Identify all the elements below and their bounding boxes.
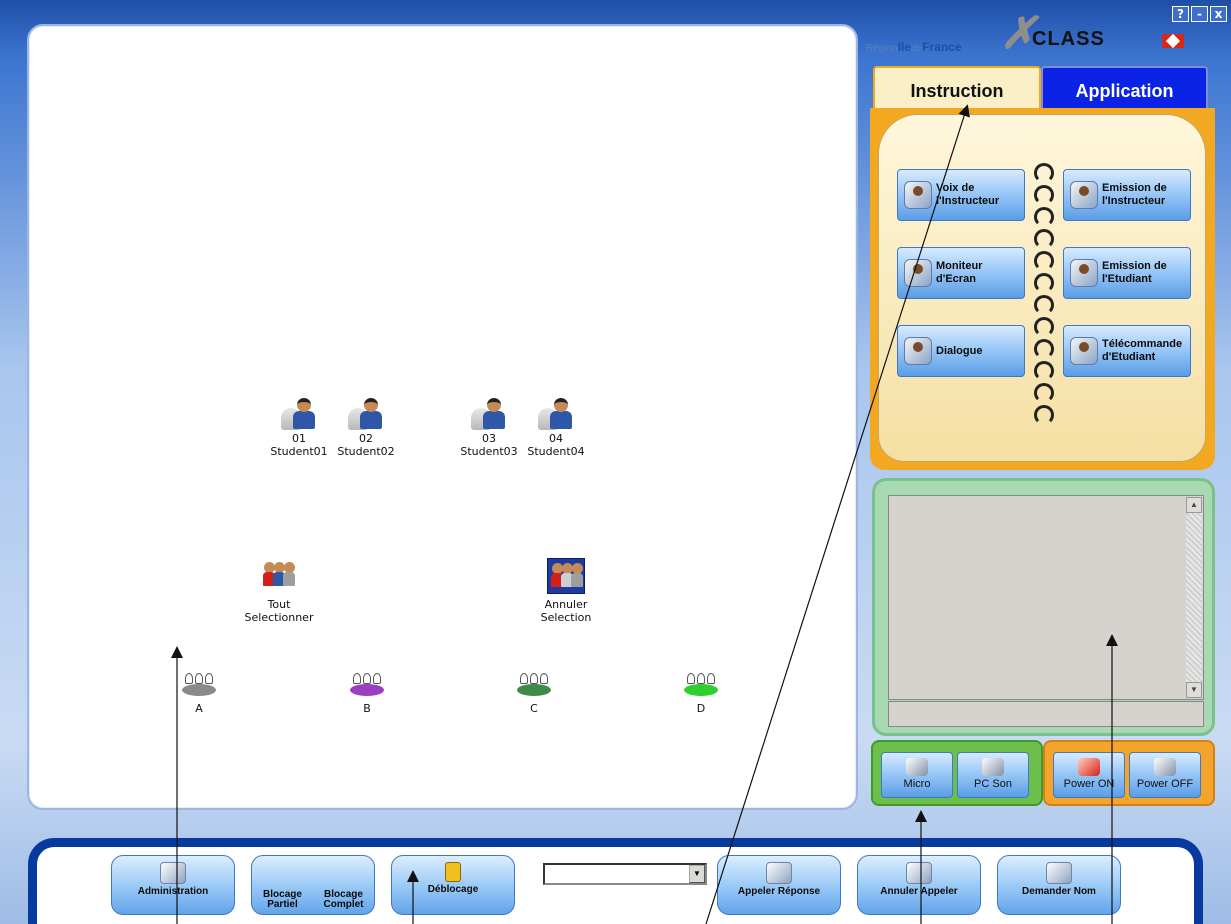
select-all-label: Tout Selectionner xyxy=(244,598,314,624)
partner-logo-icon xyxy=(1162,34,1184,48)
power-on-icon xyxy=(1078,758,1100,776)
remote-control-icon xyxy=(1070,337,1098,365)
student-number: 02 xyxy=(359,432,373,445)
close-button[interactable]: x xyxy=(1210,6,1227,22)
group-c-button[interactable]: C xyxy=(514,672,554,715)
student-02[interactable]: 02 Student02 xyxy=(326,398,406,458)
call-response-icon xyxy=(766,862,792,884)
student-number: 04 xyxy=(549,432,563,445)
blocage-partiel-button[interactable]: Blocage Partiel xyxy=(261,890,305,910)
power-panel: Power ON Power OFF xyxy=(1043,740,1215,806)
screen-monitor-icon xyxy=(904,259,932,287)
student-name: Student04 xyxy=(527,445,585,458)
remote-control-button[interactable]: Télécommande d'Etudiant xyxy=(1063,325,1191,377)
administration-icon xyxy=(160,862,186,884)
dialogue-button[interactable]: Dialogue xyxy=(897,325,1025,377)
micro-label: Micro xyxy=(903,778,931,790)
student-broadcast-icon xyxy=(1070,259,1098,287)
tab-application[interactable]: Application xyxy=(1041,66,1208,110)
demander-nom-button[interactable]: Demander Nom xyxy=(997,855,1121,915)
blocage-complet-button[interactable]: Blocage Complet xyxy=(322,890,366,910)
micro-button[interactable]: Micro xyxy=(881,752,953,798)
audio-panel: Micro PC Son xyxy=(871,740,1043,806)
student-icon xyxy=(469,398,509,430)
message-log[interactable]: ▲ ▼ xyxy=(888,495,1204,700)
microphone-icon xyxy=(906,758,928,776)
student-icon xyxy=(346,398,386,430)
group-a-button[interactable]: A xyxy=(179,672,219,715)
power-on-label: Power ON xyxy=(1063,778,1115,790)
power-off-icon xyxy=(1154,758,1176,776)
region-logo: RégionIledeFrance xyxy=(866,40,962,54)
classroom-canvas[interactable]: 01 Student01 02 Student02 03 Student03 0… xyxy=(27,24,858,810)
group-select-icon xyxy=(260,558,298,594)
deblocage-button[interactable]: Déblocage xyxy=(391,855,515,915)
blocage-button-group: Blocage Partiel Blocage Complet xyxy=(251,855,375,915)
pc-speaker-icon xyxy=(982,758,1004,776)
instruction-panel: Voix de l'Instructeur Emission de l'Inst… xyxy=(870,108,1215,470)
book-background: Voix de l'Instructeur Emission de l'Inst… xyxy=(878,114,1206,462)
student-icon xyxy=(536,398,576,430)
pc-son-button[interactable]: PC Son xyxy=(957,752,1029,798)
cancel-selection-button[interactable]: Annuler Selection xyxy=(511,558,621,624)
instructor-broadcast-icon xyxy=(1070,181,1098,209)
group-label: A xyxy=(195,702,203,715)
chevron-down-icon[interactable]: ▼ xyxy=(689,865,705,883)
scroll-up-icon[interactable]: ▲ xyxy=(1186,497,1202,513)
bottom-toolbar: Administration Blocage Partiel Blocage C… xyxy=(28,838,1203,924)
group-table-icon xyxy=(514,672,554,698)
power-off-button[interactable]: Power OFF xyxy=(1129,752,1201,798)
brand-name: CLASS xyxy=(1032,28,1105,50)
student-broadcast-button[interactable]: Emission de l'Etudiant xyxy=(1063,247,1191,299)
instructor-voice-button[interactable]: Voix de l'Instructeur xyxy=(897,169,1025,221)
class-select-dropdown[interactable]: ▼ xyxy=(543,863,707,885)
group-label: B xyxy=(363,702,371,715)
group-deselect-icon xyxy=(547,558,585,594)
cancel-call-icon xyxy=(906,862,932,884)
message-panel: ▲ ▼ xyxy=(872,478,1215,736)
instructor-voice-icon xyxy=(904,181,932,209)
group-table-icon xyxy=(179,672,219,698)
power-on-button[interactable]: Power ON xyxy=(1053,752,1125,798)
screen-monitor-button[interactable]: Moniteur d'Ecran xyxy=(897,247,1025,299)
group-label: C xyxy=(530,702,538,715)
group-b-button[interactable]: B xyxy=(347,672,387,715)
padlock-open-icon xyxy=(445,862,461,882)
group-d-button[interactable]: D xyxy=(681,672,721,715)
pc-son-label: PC Son xyxy=(974,778,1012,790)
appeler-reponse-button[interactable]: Appeler Réponse xyxy=(717,855,841,915)
book-rings xyxy=(1031,161,1054,425)
cancel-selection-label: Annuler Selection xyxy=(540,598,592,624)
student-icon xyxy=(279,398,319,430)
group-label: D xyxy=(696,702,706,715)
ask-name-icon xyxy=(1046,862,1072,884)
message-input[interactable] xyxy=(888,701,1204,727)
annuler-appeler-button[interactable]: Annuler Appeler xyxy=(857,855,981,915)
select-all-button[interactable]: Tout Selectionner xyxy=(224,558,334,624)
administration-button[interactable]: Administration xyxy=(111,855,235,915)
tab-instruction[interactable]: Instruction xyxy=(873,66,1041,110)
power-off-label: Power OFF xyxy=(1136,778,1194,790)
student-04[interactable]: 04 Student04 xyxy=(516,398,596,458)
dialogue-icon xyxy=(904,337,932,365)
instructor-broadcast-button[interactable]: Emission de l'Instructeur xyxy=(1063,169,1191,221)
group-table-icon xyxy=(347,672,387,698)
scroll-down-icon[interactable]: ▼ xyxy=(1186,682,1202,698)
group-table-icon xyxy=(681,672,721,698)
message-scrollbar[interactable]: ▲ ▼ xyxy=(1186,497,1202,698)
app-logo: RégionIledeFrance ✗ CLASS xyxy=(866,12,1201,62)
student-name: Student02 xyxy=(337,445,395,458)
